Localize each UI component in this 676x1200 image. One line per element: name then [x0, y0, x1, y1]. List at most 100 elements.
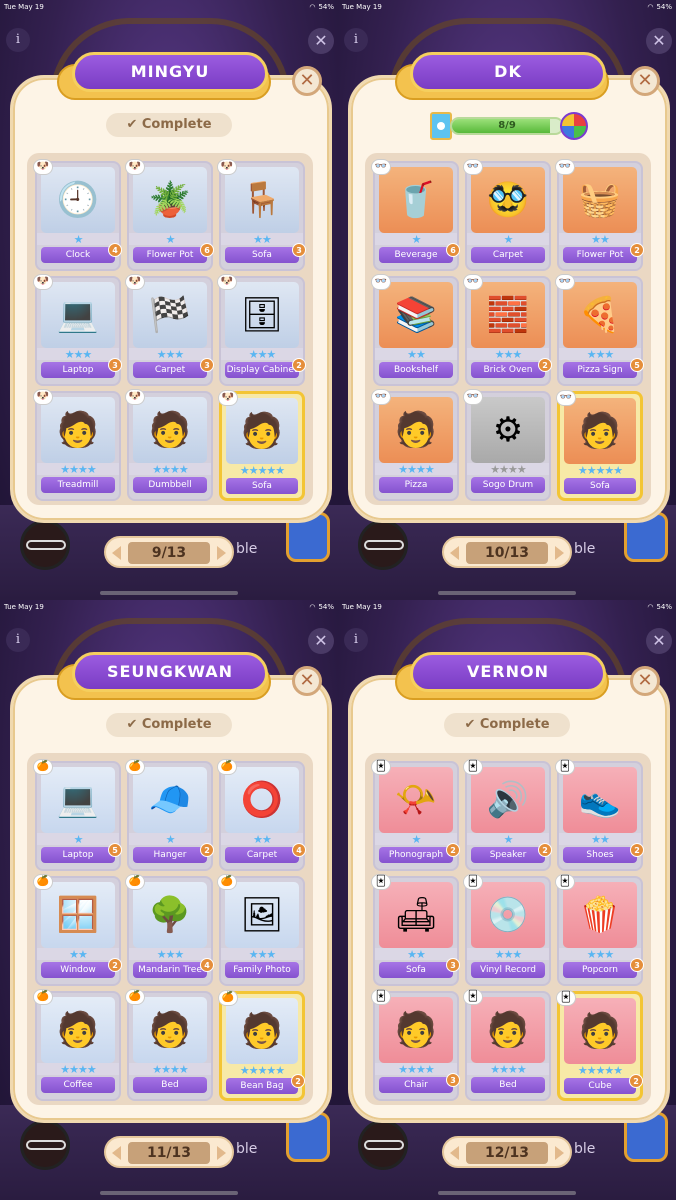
background-close-icon[interactable]: ✕ [308, 28, 334, 54]
card-owner-badge-icon: 👓 [556, 390, 576, 406]
collection-card[interactable]: 🧢 ★ Hanger 🍊 2 [125, 759, 214, 871]
collection-card[interactable]: 📚 ★★ Bookshelf 👓 [371, 274, 459, 386]
card-grid: 🕘 ★ Clock 🐶 4 🪴 ★ Flower Pot 🐶 6 🪑 ★★ Sofa 🐶 3 💻 ★★★ Lapt… [33, 159, 306, 501]
star-rating: ★ [375, 233, 457, 246]
collection-card[interactable]: 🧑 ★★★★ Dumbbell 🐶 [125, 389, 213, 501]
collection-screen-vernon: Tue May 19 ◠ 54% i ✕ VERNON ✕ ✔ Complete 📯 ★ Phono… [338, 600, 676, 1200]
collection-card[interactable]: 🧑 ★★★★ Coffee 🍊 [33, 989, 121, 1101]
collection-card[interactable]: 🍕 ★★★ Pizza Sign 👓 5 [555, 274, 644, 386]
character-pizza-icon: 🧑 [379, 397, 453, 463]
speaker-icon: 🔊 [471, 767, 545, 833]
card-count-badge: 2 [292, 358, 306, 372]
card-count-badge: 2 [200, 843, 214, 857]
glasses-icon [26, 540, 66, 550]
info-icon[interactable]: i [344, 28, 368, 52]
character-cube-icon: 🧑 [564, 998, 636, 1064]
beverage-icon: 🥤 [379, 167, 453, 233]
panel-close-button[interactable]: ✕ [630, 666, 660, 696]
panel-close-button[interactable]: ✕ [292, 66, 322, 96]
previous-page-button[interactable] [112, 546, 121, 560]
collection-card[interactable]: 🕘 ★ Clock 🐶 4 [33, 159, 122, 271]
character-sofa-icon: 🧑 [226, 398, 298, 464]
collection-card[interactable]: 🧑 ★★★★ Chair 🃏 3 [371, 989, 460, 1101]
card-label: Vinyl Record [471, 962, 545, 978]
member-title: SEUNGKWAN [72, 652, 268, 692]
collection-card[interactable]: 🥸 ★ Carpet 👓 [463, 159, 551, 271]
background-close-icon[interactable]: ✕ [646, 628, 672, 654]
collection-card[interactable]: 🏁 ★★★ Carpet 🐶 3 [125, 274, 214, 386]
collection-card[interactable]: 👟 ★★ Shoes 🃏 2 [555, 759, 644, 871]
card-count-badge: 4 [292, 843, 306, 857]
collection-card[interactable]: 🧑 ★★★★ Bed 🍊 [125, 989, 213, 1101]
collection-card[interactable]: 🧑 ★★★★★ Cube 🃏 2 [556, 990, 643, 1101]
card-count-badge: 2 [630, 843, 644, 857]
page-indicator: 12/13 [466, 1142, 548, 1164]
info-icon[interactable]: i [6, 28, 30, 52]
clock-icon: 🕘 [41, 167, 115, 233]
shoes-icon: 👟 [563, 767, 637, 833]
collection-card[interactable]: 🥤 ★ Beverage 👓 6 [371, 159, 460, 271]
wifi-icon: ◠ [647, 3, 654, 11]
collection-card[interactable]: 💻 ★★★ Laptop 🐶 3 [33, 274, 122, 386]
card-owner-badge-icon: 🃏 [555, 759, 575, 775]
card-owner-badge-icon: 👓 [555, 159, 575, 175]
character-bed-icon: 🧑 [471, 997, 545, 1063]
background-close-icon[interactable]: ✕ [308, 628, 334, 654]
previous-page-button[interactable] [450, 546, 459, 560]
collection-card[interactable]: 🛋 ★★ Sofa 🃏 3 [371, 874, 460, 986]
collection-card[interactable]: 🧑 ★★★★★ Sofa 👓 [556, 390, 643, 501]
star-rating: ★★★★ [467, 463, 549, 476]
collection-card[interactable]: 🧑 ★★★★★ Sofa 🐶 [218, 390, 305, 501]
collection-card[interactable]: 🪟 ★★ Window 🍊 2 [33, 874, 122, 986]
collection-card[interactable]: 🖼 ★★★ Family Photo 🍊 [217, 874, 305, 986]
collection-card[interactable]: 💻 ★ Laptop 🍊 5 [33, 759, 122, 871]
background-text: ble [236, 541, 258, 557]
collection-card[interactable]: 🍿 ★★★ Popcorn 🃏 3 [555, 874, 644, 986]
collection-card[interactable]: 💿 ★★★ Vinyl Record 🃏 [463, 874, 551, 986]
info-icon[interactable]: i [6, 628, 30, 652]
collection-card[interactable]: 🧺 ★★ Flower Pot 👓 2 [555, 159, 644, 271]
complete-label: Complete [141, 117, 212, 132]
card-owner-badge-icon: 🐶 [33, 389, 53, 405]
collection-card[interactable]: 🧱 ★★★ Brick Oven 👓 2 [463, 274, 552, 386]
collection-card[interactable]: 🧑 ★★★★ Bed 🃏 [463, 989, 551, 1101]
reward-ball-icon[interactable] [560, 112, 588, 140]
checkmark-icon: ✔ [464, 717, 476, 732]
collection-card[interactable]: 📯 ★ Phonograph 🃏 2 [371, 759, 460, 871]
previous-page-button[interactable] [112, 1146, 121, 1160]
star-rating: ★★★ [467, 348, 549, 361]
collection-card[interactable]: 🪴 ★ Flower Pot 🐶 6 [125, 159, 214, 271]
status-time: Tue May 19 [4, 3, 44, 11]
card-count-badge: 6 [446, 243, 460, 257]
card-owner-badge-icon: 🃏 [463, 874, 483, 890]
panel-close-button[interactable]: ✕ [630, 66, 660, 96]
card-label: Flower Pot [133, 247, 207, 263]
card-count-badge: 4 [200, 958, 214, 972]
collection-card[interactable]: 🪑 ★★ Sofa 🐶 3 [217, 159, 306, 271]
previous-page-button[interactable] [450, 1146, 459, 1160]
pagination: 12/13 [442, 1136, 572, 1168]
collection-card[interactable]: 🧑 ★★★★ Pizza 👓 [371, 389, 459, 501]
card-owner-badge-icon: 🃏 [463, 989, 483, 1005]
star-rating: ★ [129, 233, 211, 246]
next-page-button[interactable] [217, 546, 226, 560]
collection-card[interactable]: 🧑 ★★★★★ Bean Bag 🍊 2 [218, 990, 305, 1101]
card-label: Popcorn [563, 962, 637, 978]
status-icons: ◠ 54% [309, 3, 334, 11]
panel-close-button[interactable]: ✕ [292, 666, 322, 696]
next-page-button[interactable] [217, 1146, 226, 1160]
collection-card[interactable]: ⚙ ★★★★ Sogo Drum 👓 [463, 389, 551, 501]
info-icon[interactable]: i [344, 628, 368, 652]
collection-card[interactable]: 🔊 ★ Speaker 🃏 2 [463, 759, 552, 871]
collection-card[interactable]: ⭕ ★★ Carpet 🍊 4 [217, 759, 306, 871]
next-page-button[interactable] [555, 1146, 564, 1160]
next-page-button[interactable] [555, 546, 564, 560]
background-close-icon[interactable]: ✕ [646, 28, 672, 54]
collection-card[interactable]: 🧑 ★★★★ Treadmill 🐶 [33, 389, 121, 501]
collection-card[interactable]: 🗄 ★★★ Display Cabinet 🐶 2 [217, 274, 306, 386]
card-count-badge: 3 [108, 358, 122, 372]
card-owner-badge-icon: 🐶 [125, 274, 145, 290]
card-label: Speaker [471, 847, 545, 863]
collection-card[interactable]: 🌳 ★★★ Mandarin Tree 🍊 4 [125, 874, 214, 986]
popcorn-icon: 🍿 [563, 882, 637, 948]
